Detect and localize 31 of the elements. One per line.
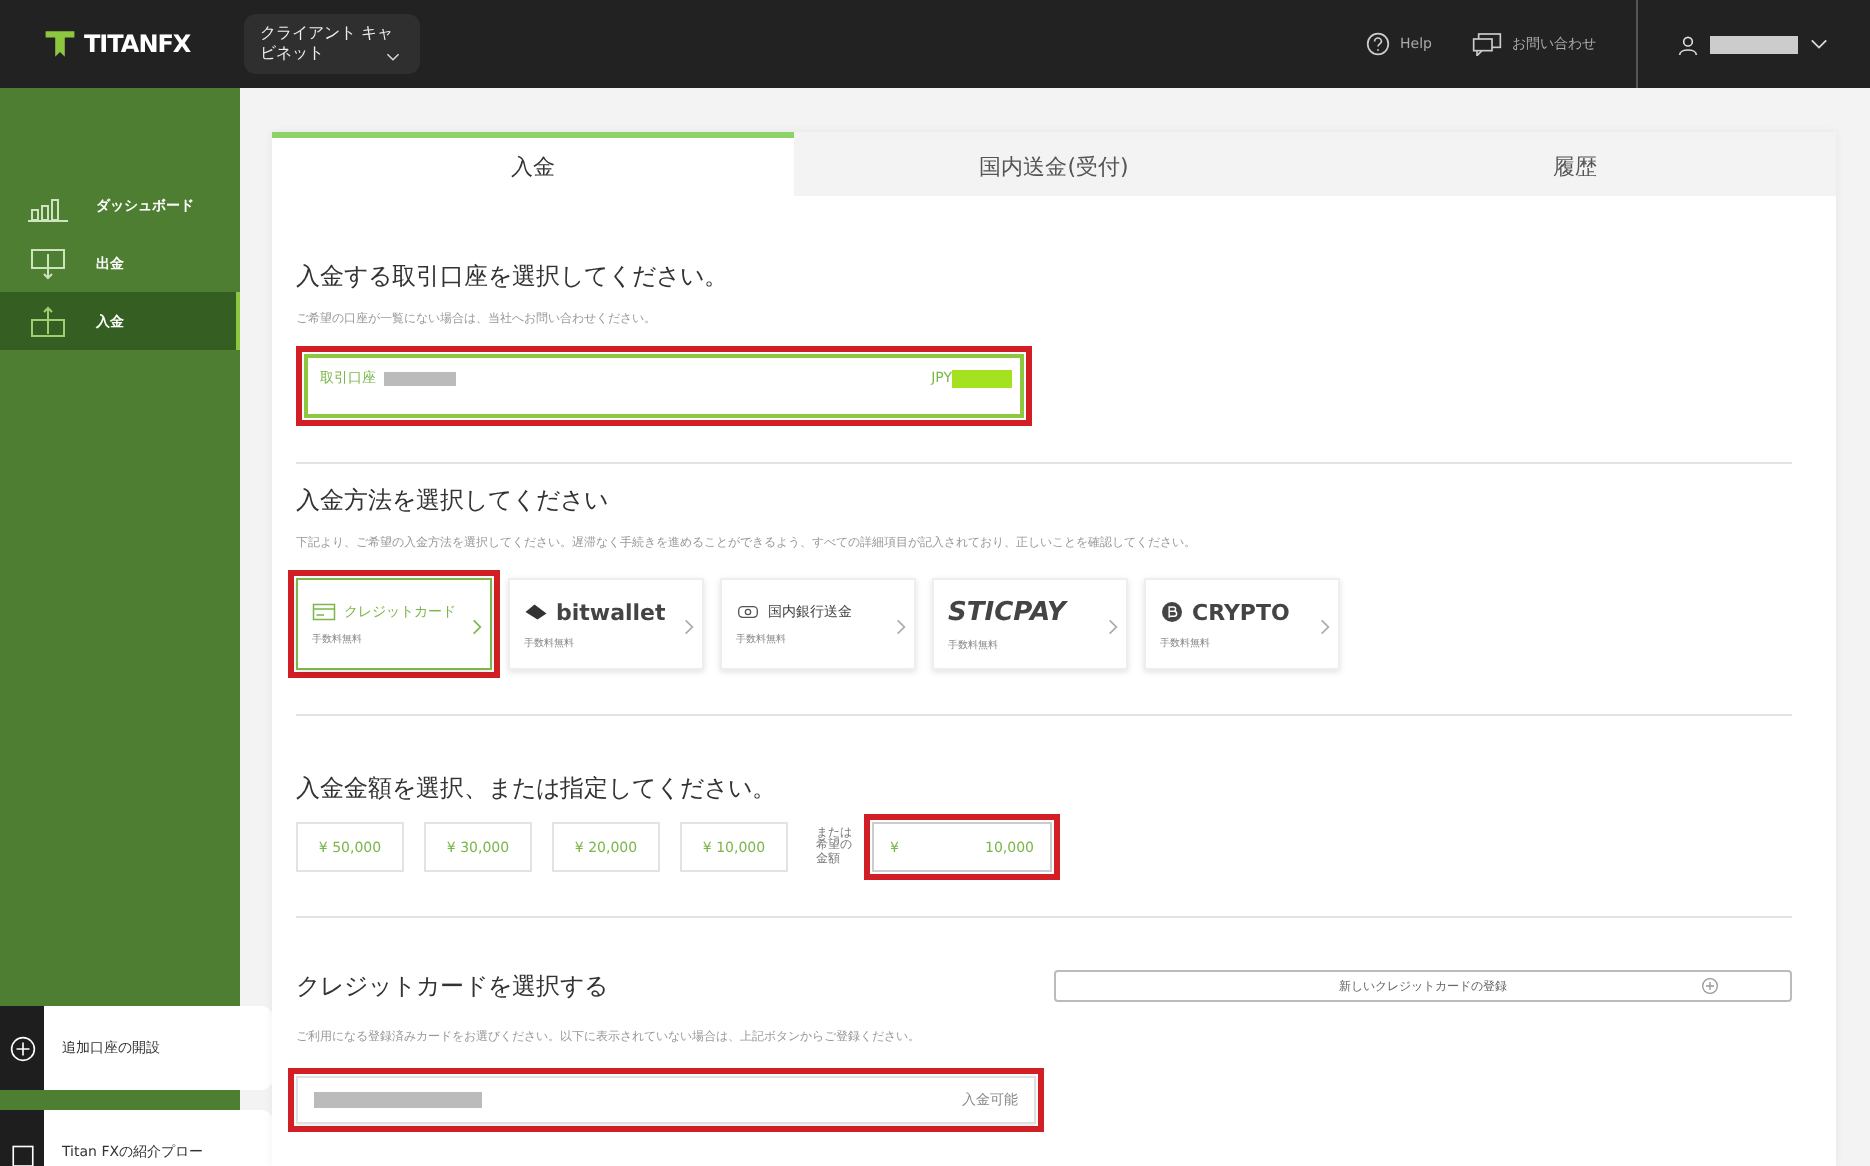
section-title: 入金金額を選択、または指定してください。 (296, 772, 778, 806)
withdraw-icon (28, 247, 68, 279)
section-title: クレジットカードを選択する (296, 970, 608, 1004)
chevron-right-icon (896, 618, 906, 636)
tab[interactable]: 国内送金(受付) (793, 132, 1315, 196)
logo-text: TITANFX (84, 30, 191, 58)
credit-card-icon (312, 602, 336, 622)
bitcoin-icon (1160, 602, 1184, 622)
tab[interactable]: 入金 (272, 132, 794, 196)
tab[interactable]: 履歴 (1314, 132, 1837, 196)
section-title: 入金する取引口座を選択してください。 (296, 260, 730, 294)
chevron-right-icon (1320, 618, 1330, 636)
redacted-balance (952, 369, 1012, 387)
chevron-down-icon (386, 52, 400, 62)
chevron-right-icon (1108, 618, 1118, 636)
section-title: 入金方法を選択してください (296, 484, 610, 518)
chevron-right-icon (472, 618, 482, 636)
logo-icon (44, 28, 76, 60)
redacted-username (1710, 35, 1798, 53)
wallet-icon (524, 602, 548, 622)
banknote-icon (736, 602, 760, 622)
deposit-icon (28, 305, 68, 337)
chat-icon (1472, 32, 1502, 56)
plus-circle-icon (1702, 978, 1718, 994)
redacted-account (384, 371, 456, 385)
plus-circle-icon (9, 1035, 35, 1061)
caret-icon[interactable] (1810, 38, 1828, 50)
help-icon (1366, 32, 1391, 56)
cabinet-dropdown[interactable]: クライアント キャビネット (244, 14, 420, 74)
chevron-right-icon (684, 618, 694, 636)
user-icon (1678, 33, 1698, 55)
